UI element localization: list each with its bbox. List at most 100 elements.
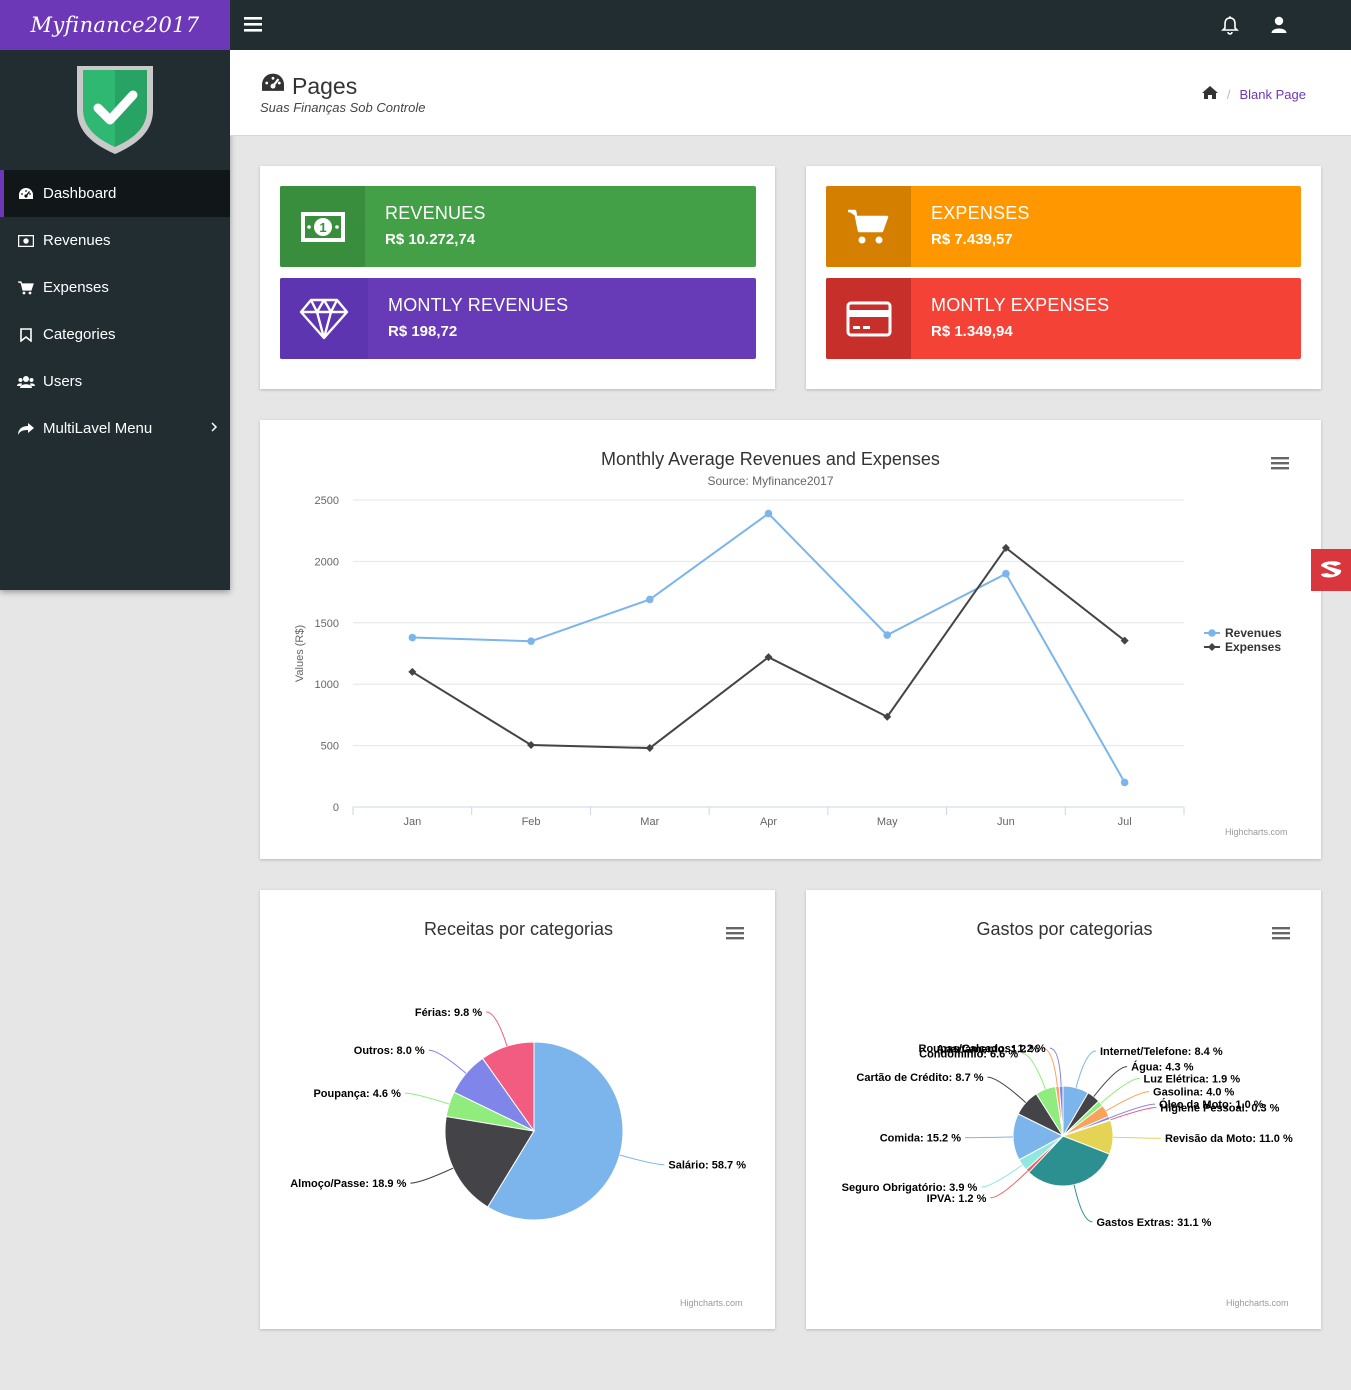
legend-marker [1208,643,1216,651]
page-title-text: Pages [292,72,358,99]
line-chart-card: Monthly Average Revenues and Expenses So… [260,420,1321,859]
y-axis-label: Values (R$) [294,625,306,682]
sidebar-item-label: Expenses [43,279,109,296]
sidebar-item-multilevel[interactable]: MultiLavel Menu [0,405,230,452]
sidebar: Myfinance2017 Dashboard Revenues Expense… [0,0,230,590]
pie-label: Poupança: 4.6 % [313,1088,401,1100]
tile-label: REVENUES [385,203,486,223]
data-point [1120,778,1129,787]
chart-credits[interactable]: Highcharts.com [680,1298,743,1308]
expenses-tile[interactable]: EXPENSES R$ 7.439,57 [826,186,1301,267]
pie-label: Seguro Obrigatório: 3.9 % [842,1182,978,1194]
page-title: Pages [260,72,357,100]
pie-connector [428,1049,467,1074]
pie-connector [410,1167,454,1184]
y-tick-label: 500 [321,741,339,753]
dashboard-icon [17,186,35,202]
tile-value: R$ 1.349,94 [931,323,1013,340]
pie-connector [1093,1066,1128,1097]
shield-check-icon [77,66,153,154]
sidebar-item-label: MultiLavel Menu [43,420,153,437]
pie-connector [1073,1184,1093,1223]
pie-label: Cartão de Crédito: 8.7 % [856,1072,983,1084]
breadcrumb-current[interactable]: Blank Page [1240,87,1307,102]
pie-connector [981,1164,1023,1188]
sidebar-item-label: Categories [43,326,116,343]
pie-connector [486,1011,508,1047]
bookmark-icon [17,327,35,343]
page-header: Pages Suas Finanças Sob Controle / Blank… [230,50,1351,136]
monthly-revenues-tile[interactable]: MONTLY REVENUES R$ 198,72 [280,278,756,359]
chart-credits[interactable]: Highcharts.com [1225,827,1288,837]
brand-logo[interactable]: Myfinance2017 [0,0,230,50]
pie-connector [1022,1053,1046,1090]
pie-label: Almoço/Passe: 18.9 % [290,1178,406,1190]
series-line-expenses [411,546,1126,750]
money-icon [17,233,35,249]
data-point [1002,569,1010,578]
pie-connector [987,1076,1027,1103]
pie-connector [404,1092,450,1105]
sidebar-menu: Dashboard Revenues Expenses Categories U… [0,170,230,452]
pie-connector [1075,1050,1097,1088]
tile-value: R$ 7.439,57 [931,231,1013,248]
user-icon[interactable] [1271,16,1287,39]
data-point [883,631,892,639]
side-widget-tab[interactable] [1311,549,1351,591]
data-point [645,595,654,604]
chart-credits[interactable]: Highcharts.com [1226,1298,1289,1308]
pie-connector [990,1170,1028,1199]
menu-toggle-icon[interactable] [244,16,262,37]
pie-connector [1112,1136,1161,1139]
x-tick-label: Jul [1118,816,1132,828]
sidebar-item-categories[interactable]: Categories [0,311,230,358]
home-icon[interactable] [1201,86,1218,102]
diamond-icon [280,278,368,359]
sidebar-item-dashboard[interactable]: Dashboard [0,170,230,217]
stats-card-right: EXPENSES R$ 7.439,57 MONTLY EXPENSES R$ … [806,166,1321,389]
x-tick-label: Feb [522,816,541,828]
money-icon: 1 [280,186,365,267]
y-tick-label: 1500 [315,618,339,630]
pie-label: Férias: 9.8 % [415,1007,482,1019]
x-tick-label: May [877,816,898,828]
shield-logo [0,50,230,170]
pie-connector [1109,1103,1156,1119]
data-point [764,509,773,518]
pie-label: Luz Elétrica: 1.9 % [1144,1073,1241,1085]
sidebar-item-label: Users [43,373,83,390]
share-icon [17,421,35,437]
pie-connector [965,1136,1014,1139]
x-tick-label: Apr [760,816,777,828]
sidebar-item-label: Dashboard [43,185,117,202]
breadcrumb-separator: / [1226,86,1231,102]
revenues-tile[interactable]: 1 REVENUES R$ 10.272,74 [280,186,756,267]
bell-icon[interactable] [1221,16,1239,40]
pie-card-revenues: Receitas por categorias Salário: 58.7 % A… [260,890,775,1329]
pie-label: Salário: 58.7 % [668,1160,746,1172]
pie-connector [1105,1091,1150,1112]
tile-label: MONTLY REVENUES [388,295,569,315]
pie-label: Água: 4.3 % [1131,1061,1194,1074]
pie-chart-expenses: Internet/Telefone: 8.4 % Água: 4.3 %Luz E… [842,1043,1293,1229]
pie-label: Revisão da Moto: 11.0 % [1165,1133,1293,1145]
widget-logo-icon [1321,561,1342,578]
cart-icon [826,186,911,267]
pie-label: Gasolina: 4.0 % [1153,1087,1235,1099]
y-tick-label: 1000 [315,679,339,691]
data-point [527,637,535,646]
cart-icon [17,280,35,296]
pie-chart-revenues: Salário: 58.7 % Almoço/Passe: 18.9 % Poupa… [290,1007,746,1221]
tile-label: MONTLY EXPENSES [931,295,1110,315]
sidebar-item-expenses[interactable]: Expenses [0,264,230,311]
sidebar-item-users[interactable]: Users [0,358,230,405]
sidebar-item-label: Revenues [43,232,111,249]
top-navbar [230,0,1351,50]
y-tick-label: 0 [333,802,339,814]
pie-card-expenses: Gastos por categorias Internet/Telefone:… [806,890,1321,1329]
tile-label: EXPENSES [931,203,1030,223]
line-chart: 0 500 1000 1500 2000 2500 Jan Feb Mar Apr May Jun Ju… [294,495,1282,828]
pie-label: Higiene Pessoal: 0.3 % [1160,1102,1279,1114]
monthly-expenses-tile[interactable]: MONTLY EXPENSES R$ 1.349,94 [826,278,1301,359]
sidebar-item-revenues[interactable]: Revenues [0,217,230,264]
